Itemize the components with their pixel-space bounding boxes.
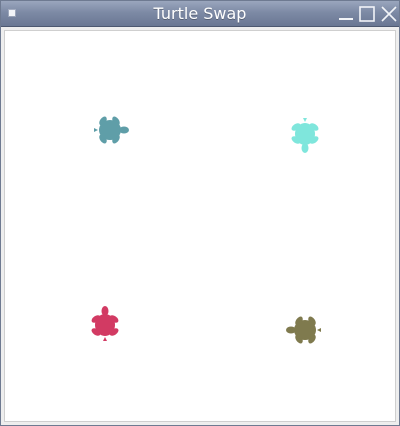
turtle-crimson [90,306,120,341]
maximize-icon[interactable] [358,5,376,23]
app-window: Turtle Swap [0,0,400,426]
title-bar[interactable]: Turtle Swap [1,1,399,27]
window-menu-icon[interactable] [9,10,15,16]
turtle-canvas [4,30,396,422]
turtle-canvas-svg [90,115,321,345]
minimize-icon[interactable] [337,5,355,23]
turtle-olive [286,315,321,345]
turtle-teal [94,115,129,145]
turtle-aqua [290,118,320,153]
close-icon[interactable] [380,5,398,23]
